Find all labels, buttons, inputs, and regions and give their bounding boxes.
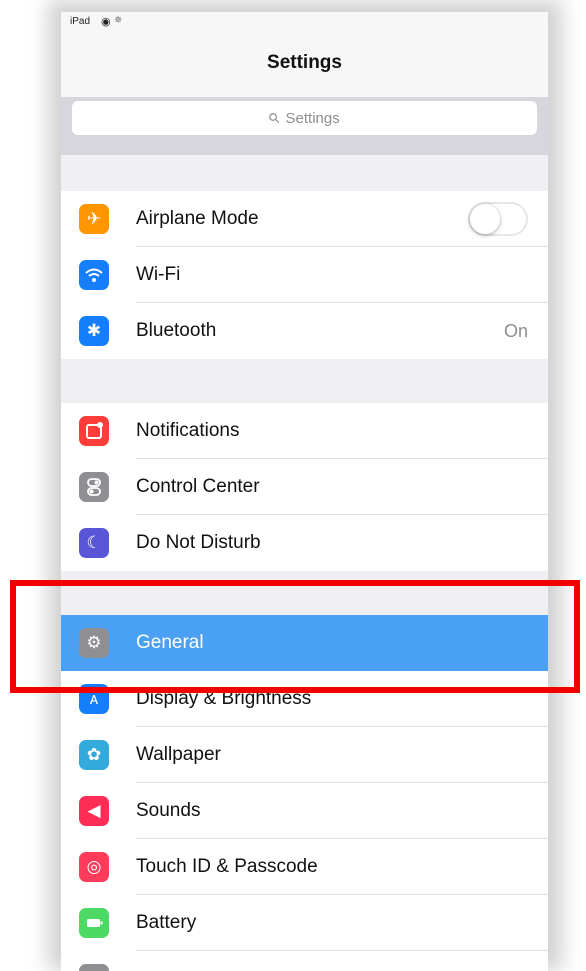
wifi-icon bbox=[79, 260, 109, 290]
gear-icon: ⚙ bbox=[79, 628, 109, 658]
moon-icon: ☾ bbox=[79, 528, 109, 558]
battery-icon bbox=[79, 908, 109, 938]
row-display-brightness[interactable]: ᴀ Display & Brightness bbox=[61, 671, 548, 727]
row-label: Sounds bbox=[136, 800, 201, 821]
settings-group-connectivity: ✈ Airplane Mode Wi-Fi ✱ Bluetooth On bbox=[61, 191, 548, 359]
wallpaper-icon: ✿ bbox=[79, 740, 109, 770]
row-notifications[interactable]: Notifications bbox=[61, 403, 548, 459]
bluetooth-icon: ✱ bbox=[79, 316, 109, 346]
control-center-icon bbox=[79, 472, 109, 502]
row-general[interactable]: ⚙ General bbox=[61, 615, 548, 671]
carrier-label: iPad bbox=[70, 16, 91, 27]
search-bar: ⚲ Settings bbox=[61, 97, 548, 155]
page-title: Settings bbox=[267, 52, 342, 73]
row-label: Control Center bbox=[136, 476, 260, 497]
loading-spinner-icon: ✵ bbox=[114, 15, 123, 26]
row-label: Display & Brightness bbox=[136, 688, 312, 709]
wifi-icon: ◉ bbox=[101, 16, 111, 28]
row-bluetooth[interactable]: ✱ Bluetooth On bbox=[61, 303, 548, 359]
row-label: Battery bbox=[136, 912, 197, 933]
row-label: Wi-Fi bbox=[136, 264, 181, 285]
navigation-bar: Settings bbox=[61, 32, 548, 97]
row-sounds[interactable]: ◀ Sounds bbox=[61, 783, 548, 839]
row-label: Wallpaper bbox=[136, 744, 221, 765]
row-battery[interactable]: Battery bbox=[61, 895, 548, 951]
settings-group-general: ⚙ General ᴀ Display & Brightness ✿ Wallp… bbox=[61, 615, 548, 971]
row-label: Bluetooth bbox=[136, 320, 217, 341]
row-label: Do Not Disturb bbox=[136, 532, 261, 553]
row-do-not-disturb[interactable]: ☾ Do Not Disturb bbox=[61, 515, 548, 571]
search-placeholder: Settings bbox=[285, 110, 340, 127]
row-wifi[interactable]: Wi-Fi bbox=[61, 247, 548, 303]
row-label: Airplane Mode bbox=[136, 208, 259, 229]
search-input[interactable]: ⚲ Settings bbox=[72, 101, 537, 135]
status-bar: iPad ◉ ✵ bbox=[61, 12, 548, 32]
bluetooth-status: On bbox=[503, 321, 528, 341]
settings-screen: iPad ◉ ✵ Settings ⚲ Settings ✈ Airplane M… bbox=[61, 12, 548, 971]
row-touch-id-passcode[interactable]: ◎ Touch ID & Passcode bbox=[61, 839, 548, 895]
row-airplane-mode[interactable]: ✈ Airplane Mode bbox=[61, 191, 548, 247]
row-label: General bbox=[136, 632, 204, 653]
row-partial[interactable] bbox=[61, 951, 548, 971]
settings-group-notifications: Notifications Control Center ☾ Do Not Di… bbox=[61, 403, 548, 571]
toggle-knob bbox=[470, 204, 500, 234]
row-label: Notifications bbox=[136, 420, 240, 441]
display-brightness-icon: ᴀ bbox=[79, 684, 109, 714]
row-control-center[interactable]: Control Center bbox=[61, 459, 548, 515]
partial-row-icon bbox=[79, 964, 109, 971]
airplane-icon: ✈ bbox=[79, 204, 109, 234]
row-label: Touch ID & Passcode bbox=[136, 856, 318, 877]
sounds-icon: ◀ bbox=[79, 796, 109, 826]
airplane-mode-toggle[interactable] bbox=[468, 202, 528, 236]
fingerprint-icon: ◎ bbox=[79, 852, 109, 882]
row-wallpaper[interactable]: ✿ Wallpaper bbox=[61, 727, 548, 783]
notifications-icon bbox=[79, 416, 109, 446]
